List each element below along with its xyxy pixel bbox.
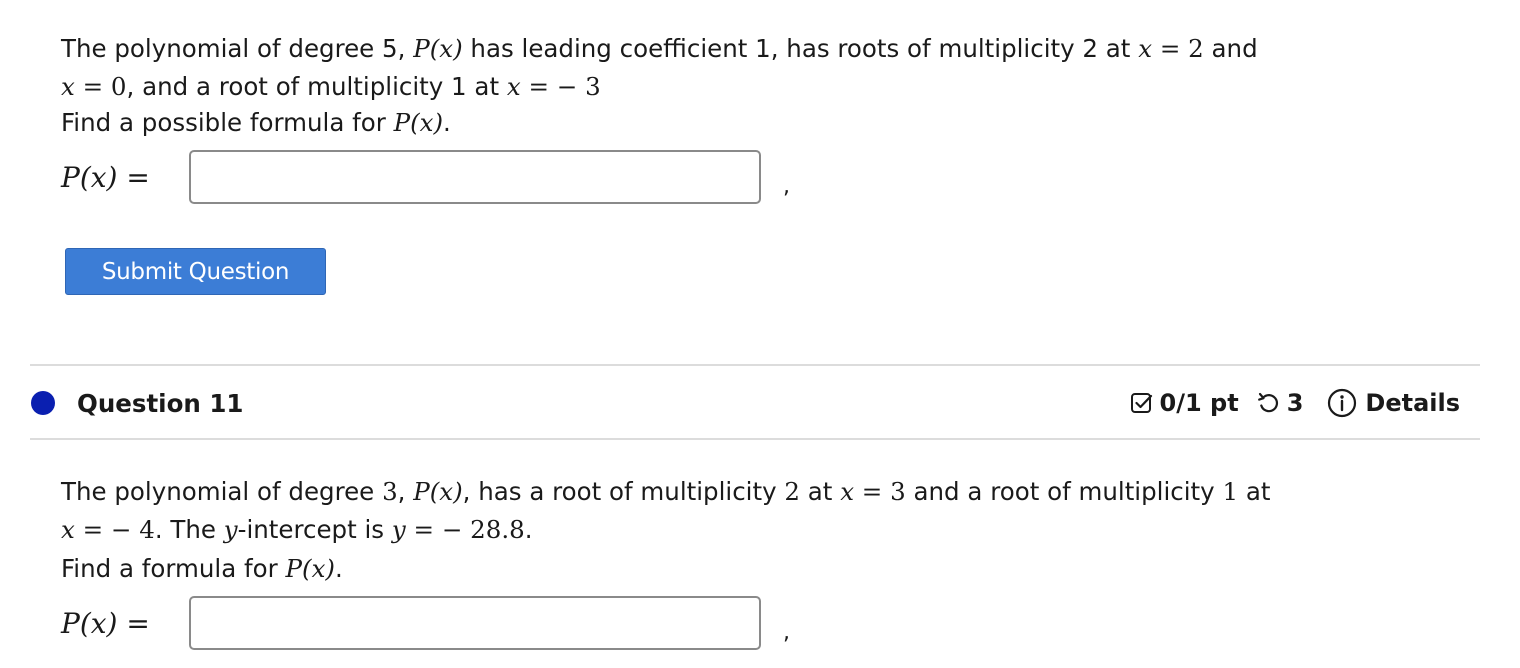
submit-question-button[interactable]: Submit Question: [65, 248, 326, 295]
answer-comma: ,: [783, 173, 790, 199]
question-11-answer-input[interactable]: [189, 596, 761, 650]
question-11-prompt-line-3: Find a formula for P(x).: [61, 554, 343, 583]
answer-label: P(x) =: [61, 160, 150, 194]
answer-comma: ,: [783, 619, 790, 645]
question-11-prompt-line-2: x = − 4. The y-intercept is y = − 28.8.: [61, 515, 533, 544]
info-icon[interactable]: [1327, 388, 1357, 418]
question-11-prompt-line-1: The polynomial of degree 3, P(x), has a …: [61, 477, 1271, 506]
question-10-prompt-line-1: The polynomial of degree 5, P(x) has lea…: [61, 34, 1258, 63]
answer-label: P(x) =: [61, 606, 150, 640]
divider: [30, 364, 1480, 366]
question-11-header: Question 11 0/1 pt 3 Details: [30, 378, 1480, 428]
question-10-answer-input[interactable]: [189, 150, 761, 204]
question-10-answer-row: P(x) = ,: [61, 147, 790, 207]
question-11-answer-row: P(x) = ,: [61, 593, 790, 653]
question-title: Question 11: [77, 388, 244, 418]
question-meta: 0/1 pt 3 Details: [1130, 388, 1480, 418]
score-text: 0/1 pt: [1159, 389, 1239, 417]
question-10-prompt-line-2: x = 0, and a root of multiplicity 1 at x…: [61, 72, 601, 101]
checkbox-icon: [1130, 391, 1154, 415]
divider: [30, 438, 1480, 440]
status-dot-icon: [31, 391, 55, 415]
details-link[interactable]: Details: [1365, 389, 1460, 417]
retry-icon: [1257, 391, 1281, 415]
question-10-prompt-line-3: Find a possible formula for P(x).: [61, 108, 451, 137]
attempts-count: 3: [1286, 389, 1304, 417]
